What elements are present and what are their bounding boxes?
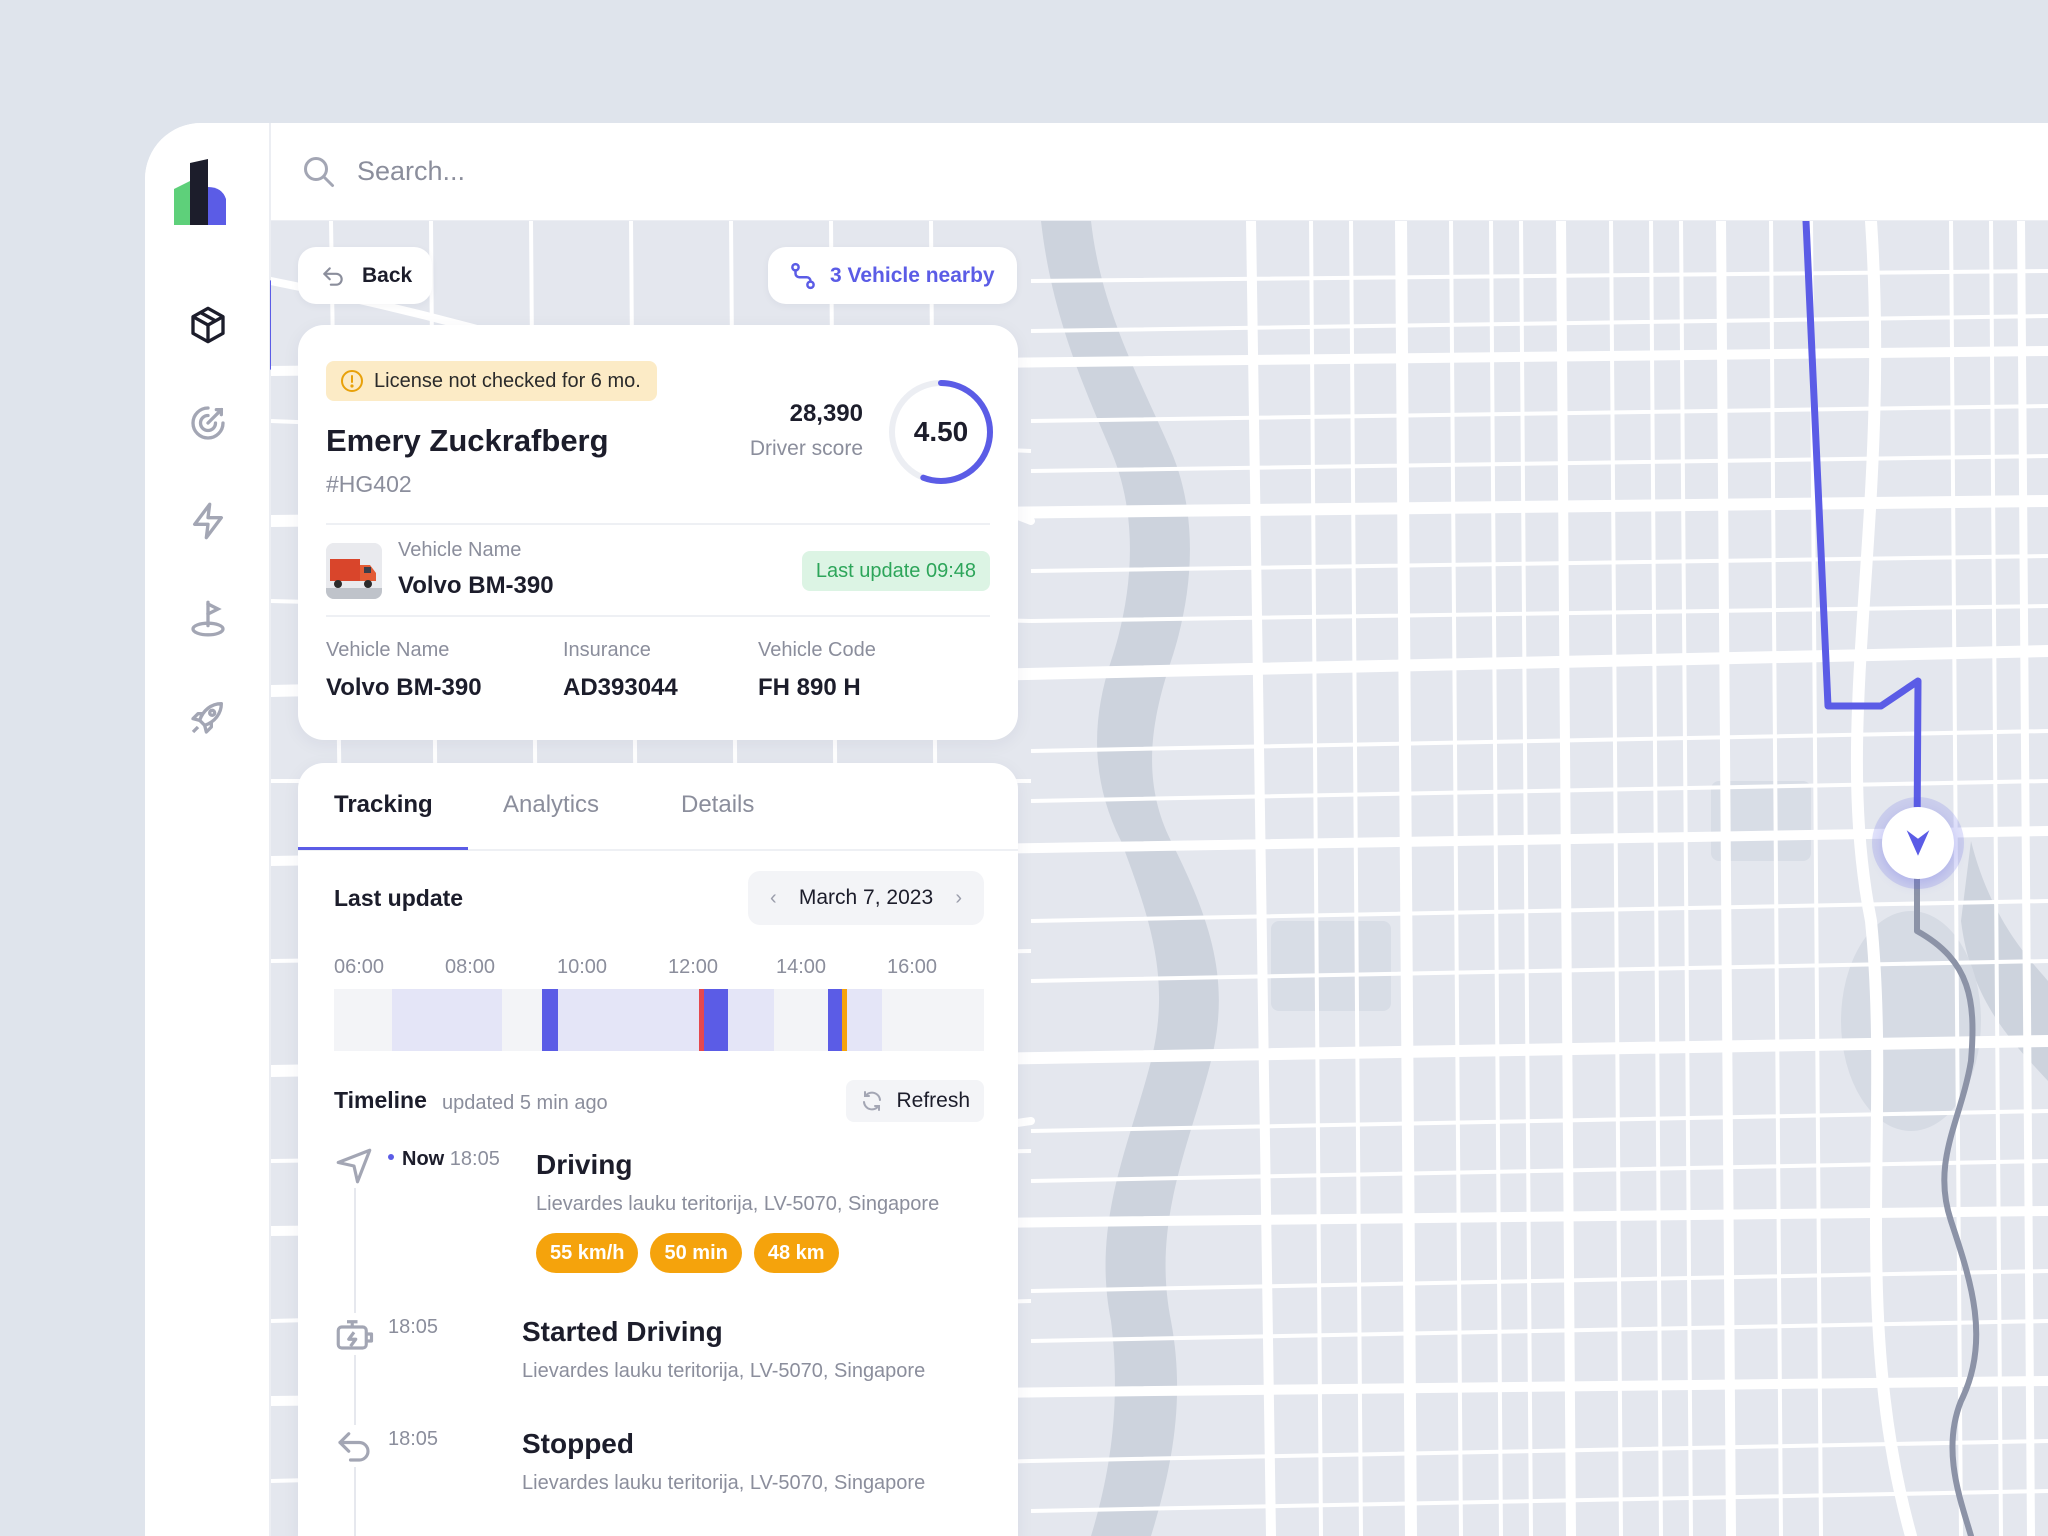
vehicles-nearby-label: 3 Vehicle nearby: [830, 263, 995, 287]
timeline-event-address: Lievardes lauku teritorija, LV-5070, Sin…: [536, 1193, 940, 1215]
divider: [326, 615, 990, 617]
driving-segment: [704, 989, 728, 1051]
sidebar-item-launch[interactable]: [145, 682, 271, 752]
timeline-title: Timeline: [334, 1087, 427, 1113]
timeline-time: 18:05: [388, 1316, 439, 1338]
info-value: AD393044: [563, 674, 678, 701]
back-label: Back: [362, 263, 413, 287]
engine-start-icon: [333, 1313, 375, 1355]
tab-details[interactable]: Details: [681, 791, 754, 819]
lightning-icon: [193, 502, 223, 540]
driving-segment: [828, 989, 842, 1051]
info-label: Insurance: [563, 639, 651, 661]
timeline-line: [354, 1188, 356, 1536]
timeline-event-title: Stopped: [522, 1428, 634, 1459]
hour-label: 06:00: [334, 956, 385, 978]
sidebar-item-activity[interactable]: [145, 486, 271, 556]
speed-chip: 55 km/h: [536, 1233, 639, 1273]
rocket-icon: [191, 702, 223, 734]
license-warning-badge: License not checked for 6 mo.: [326, 361, 657, 401]
truck-image: [326, 543, 382, 599]
chevron-right-icon[interactable]: ›: [955, 887, 962, 910]
tab-tracking[interactable]: Tracking: [334, 791, 433, 819]
info-label: Vehicle Code: [758, 639, 876, 661]
activity-segment: [544, 989, 774, 1051]
undo-arrow-icon: [333, 1425, 375, 1467]
info-value: FH 890 H: [758, 674, 861, 701]
tracking-card: Tracking Analytics Details Last update ‹…: [298, 763, 1018, 1536]
vehicle-name: Volvo BM-390: [398, 572, 554, 599]
box-icon: [191, 306, 225, 344]
divider: [326, 523, 990, 525]
timeline-event-address: Lievardes lauku teritorija, LV-5070, Sin…: [522, 1360, 926, 1382]
driving-segment: [542, 989, 558, 1051]
hour-label: 16:00: [887, 956, 938, 978]
vehicle-marker[interactable]: [1872, 797, 1964, 889]
hour-label: 08:00: [445, 956, 496, 978]
timeline-time: 18:05: [388, 1428, 439, 1450]
info-label: Vehicle Name: [326, 639, 450, 661]
location-pin-icon: [191, 600, 225, 637]
back-button[interactable]: Back: [298, 247, 432, 304]
hour-label: 14:00: [776, 956, 827, 978]
navigation-icon: [333, 1145, 375, 1187]
vehicle-name-label: Vehicle Name: [398, 539, 522, 561]
driver-card: License not checked for 6 mo. Emery Zuck…: [298, 325, 1018, 740]
warning-segment: [842, 989, 847, 1051]
date-picker[interactable]: ‹ March 7, 2023 ›: [748, 871, 984, 925]
sidebar-item-goals[interactable]: [145, 388, 271, 458]
sidebar-item-locations[interactable]: [145, 584, 271, 654]
live-dot-icon: [388, 1153, 394, 1160]
timeline-updated: updated 5 min ago: [442, 1092, 608, 1114]
vehicles-nearby-button[interactable]: 3 Vehicle nearby: [768, 247, 1017, 304]
top-bar: [271, 123, 2048, 221]
driver-id: #HG402: [326, 471, 412, 497]
undo-arrow-icon: [323, 266, 343, 286]
brand-logo: [174, 159, 226, 225]
search-icon: [304, 156, 334, 187]
active-tab-indicator: [298, 847, 468, 850]
info-vehicle-code: Vehicle Code FH 890 H: [758, 639, 876, 702]
tab-bar: Tracking Analytics Details: [298, 763, 1018, 851]
refresh-icon: [863, 1091, 882, 1111]
target-icon: [191, 406, 225, 440]
refresh-label: Refresh: [896, 1089, 970, 1112]
route-icon: [791, 262, 815, 289]
timeline-event-address: Lievardes lauku teritorija, LV-5070, Sin…: [522, 1472, 926, 1494]
info-insurance: Insurance AD393044: [563, 639, 678, 702]
warning-icon: [341, 370, 363, 392]
last-update-badge: Last update 09:48: [801, 551, 990, 591]
info-value: Volvo BM-390: [326, 674, 482, 701]
driver-score-count: 28,390: [789, 400, 863, 427]
activity-segment: [392, 989, 502, 1051]
tab-analytics[interactable]: Analytics: [503, 791, 599, 819]
sidebar: [145, 123, 273, 1536]
chevron-left-icon[interactable]: ‹: [770, 887, 777, 910]
driver-score-label: Driver score: [749, 437, 863, 460]
driver-rating: 4.50: [913, 416, 969, 447]
duration-chip: 50 min: [650, 1233, 742, 1273]
selected-date: March 7, 2023: [798, 886, 934, 909]
search-input[interactable]: [357, 156, 957, 187]
last-update-title: Last update: [334, 885, 464, 911]
vehicle-thumbnail: [326, 543, 382, 599]
activity-timebar[interactable]: [334, 989, 984, 1051]
license-warning-text: License not checked for 6 mo.: [374, 369, 641, 392]
trip-stats: 55 km/h 50 min 48 km: [536, 1233, 839, 1273]
sidebar-item-vehicles[interactable]: [145, 280, 273, 370]
timeline-event-title: Started Driving: [522, 1316, 723, 1347]
hour-label: 12:00: [668, 956, 719, 978]
navigation-arrow-icon: [1906, 830, 1930, 856]
timeline-event-title: Driving: [536, 1149, 633, 1180]
now-label: Now: [402, 1148, 445, 1170]
info-vehicle-name: Vehicle Name Volvo BM-390: [326, 639, 482, 702]
distance-chip: 48 km: [753, 1233, 839, 1273]
driver-name: Emery Zuckrafberg: [326, 423, 609, 458]
refresh-button[interactable]: Refresh: [846, 1080, 984, 1122]
time-value: 18:05: [449, 1148, 500, 1170]
timeline-time: Now 18:05: [388, 1148, 500, 1171]
hour-label: 10:00: [557, 956, 608, 978]
